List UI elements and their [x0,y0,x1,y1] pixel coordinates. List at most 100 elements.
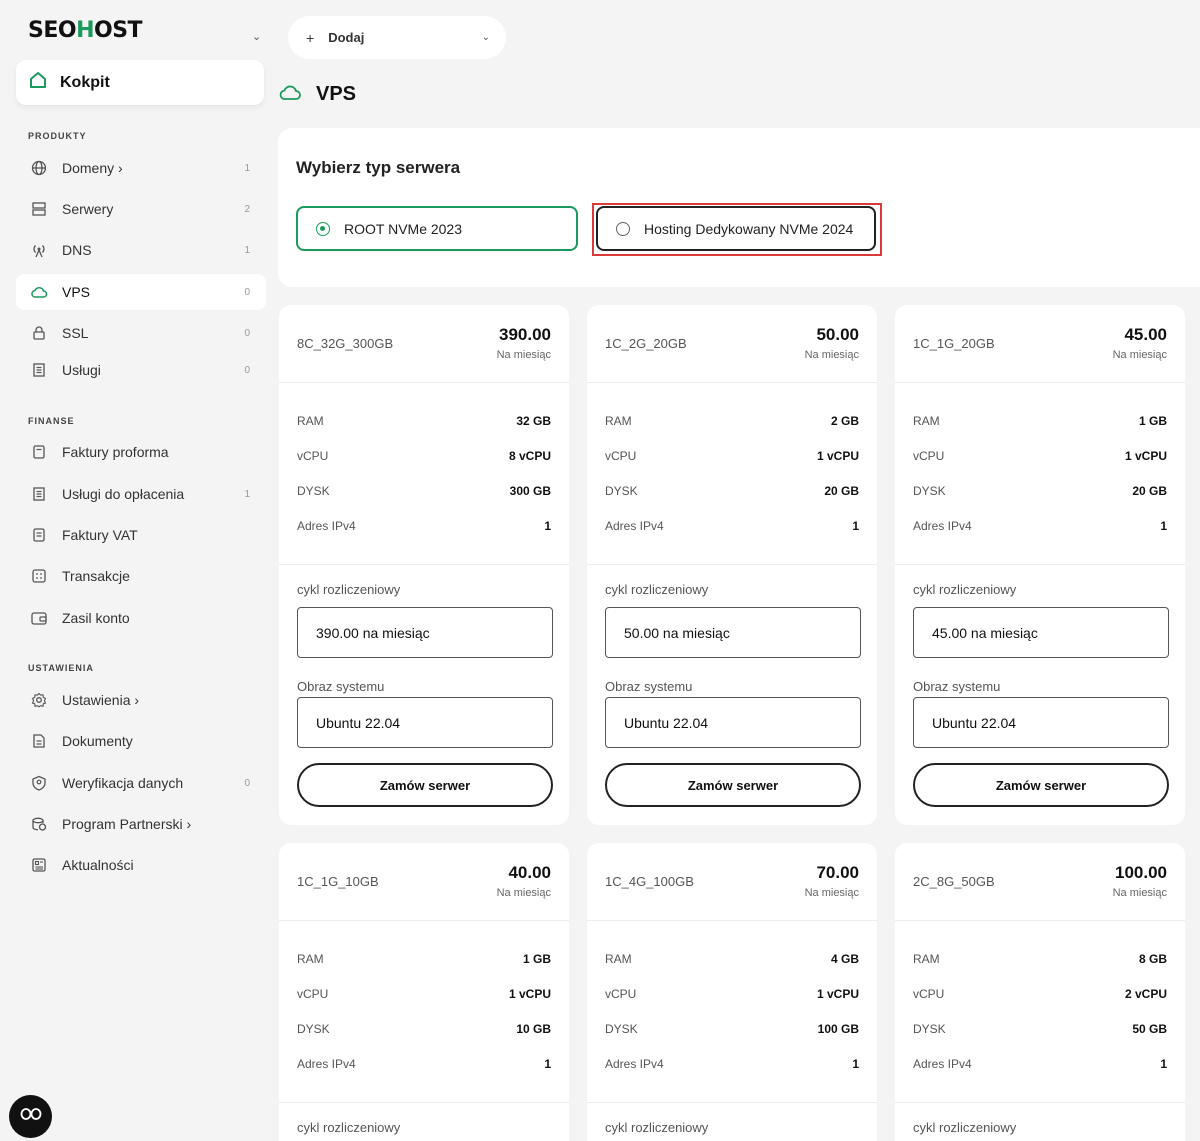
sidebar-item-label: Domeny › [62,160,123,176]
sidebar-item-label: Dokumenty [62,733,133,749]
sidebar-item-faktury-proforma[interactable]: Faktury proforma [16,434,266,470]
section-label-ustawienia: USTAWIENIA [28,663,94,673]
plan-period: Na miesiąc [1112,887,1167,899]
server-type-option-label: ROOT NVMe 2023 [344,220,463,237]
plan-period: Na miesiąc [1112,349,1167,361]
plan-period: Na miesiąc [804,887,859,899]
plan-period: Na miesiąc [496,349,551,361]
sidebar-item-label: Usługi [62,362,101,378]
sidebar-item-serwery[interactable]: Serwery 2 [16,191,266,227]
chat-icon [20,1107,42,1126]
spec-row-ram: RAM 1 GB [913,414,1167,428]
sidebar-item-aktualnosci[interactable]: Aktualności [16,847,266,883]
divider [279,1102,569,1103]
spec-row-disk: DYSK 10 GB [297,1022,551,1036]
sidebar-item-weryfikacja-danych[interactable]: Weryfikacja danych 0 [16,765,266,801]
file-icon [29,731,49,751]
order-server-button[interactable]: Zamów serwer [297,763,553,807]
plan-price: 50.00 [816,325,859,344]
plan-card-header: 1C_4G_100GB 70.00 Na miesiąc [587,843,877,921]
spec-row-ipv4: Adres IPv4 1 [913,1057,1167,1071]
spec-row-vcpu: vCPU 1 vCPU [605,987,859,1001]
sidebar: SEOHOST ⌄ Kokpit PRODUKTY Domeny › 1 Ser… [0,0,278,1141]
spec-row-ram: RAM 4 GB [605,952,859,966]
plan-card: 1C_4G_100GB 70.00 Na miesiąc RAM 4 GB vCP… [587,843,877,1141]
receipt-icon [29,484,49,504]
sidebar-item-label: SSL [62,325,89,341]
os-image-select[interactable]: Ubuntu 22.04 [605,697,861,748]
sidebar-item-vps[interactable]: VPS 0 [16,274,266,310]
os-image-label: Obraz systemu [913,679,1001,694]
plan-card: 1C_1G_20GB 45.00 Na miesiąc RAM 1 GB vCPU… [895,305,1185,825]
sidebar-item-zasil-konto[interactable]: Zasil konto [16,600,266,636]
sidebar-item-ustawienia[interactable]: Ustawienia › [16,682,266,718]
sidebar-item-label: Serwery [62,201,114,217]
sidebar-item-program-partnerski[interactable]: Program Partnerski › [16,806,266,842]
sidebar-item-count: 0 [244,364,250,376]
billing-cycle-select[interactable]: 390.00 na miesiąc [297,607,553,658]
spec-row-disk: DYSK 100 GB [605,1022,859,1036]
billing-cycle-select[interactable]: 45.00 na miesiąc [913,607,1169,658]
invoice-icon [29,525,49,545]
section-label-finanse: FINANSE [28,416,75,426]
sidebar-item-domeny[interactable]: Domeny › 1 [16,150,266,186]
spec-row-ram: RAM 8 GB [913,952,1167,966]
sidebar-item-ssl[interactable]: SSL 0 [16,315,266,351]
spec-row-ipv4: Adres IPv4 1 [297,1057,551,1071]
divider [587,564,877,565]
plan-period: Na miesiąc [496,887,551,899]
sidebar-item-count: 1 [244,162,250,174]
sidebar-item-label: Kokpit [60,73,110,91]
spec-row-disk: DYSK 300 GB [297,484,551,498]
spec-row-disk: DYSK 20 GB [913,484,1167,498]
sidebar-item-uslugi[interactable]: Usługi 0 [16,352,266,388]
sidebar-item-count: 1 [244,244,250,256]
plan-price: 40.00 [508,863,551,882]
globe-icon [29,158,49,178]
billing-cycle-label: cykl rozliczeniowy [913,582,1017,597]
cloud-icon [29,282,49,302]
add-dropdown-button[interactable]: + Dodaj ⌄ [288,16,506,59]
sidebar-item-label: Zasil konto [62,610,130,626]
sidebar-item-dns[interactable]: DNS 1 [16,232,266,268]
plan-card-header: 8C_32G_300GB 390.00 Na miesiąc [279,305,569,383]
sidebar-item-label: Weryfikacja danych [62,775,184,791]
chat-button[interactable] [9,1095,52,1138]
plan-card: 2C_8G_50GB 100.00 Na miesiąc RAM 8 GB vCP… [895,843,1185,1141]
add-label: Dodaj [328,30,365,45]
plan-price: 100.00 [1115,863,1167,882]
cloud-icon [278,82,302,107]
billing-cycle-label: cykl rozliczeniowy [297,1120,401,1135]
spec-row-vcpu: vCPU 1 vCPU [297,987,551,1001]
billing-cycle-select[interactable]: 50.00 na miesiąc [605,607,861,658]
sidebar-item-label: Program Partnerski › [62,816,192,832]
page-title-text: VPS [316,83,357,105]
server-type-title: Wybierz typ serwera [296,158,461,177]
plan-name: 1C_2G_20GB [605,336,687,351]
billing-cycle-label: cykl rozliczeniowy [605,582,709,597]
sidebar-item-uslugi-do-oplacenia[interactable]: Usługi do opłacenia 1 [16,476,266,512]
chevron-down-icon: ⌄ [481,32,490,43]
sidebar-item-kokpit[interactable]: Kokpit [16,60,264,105]
plan-card-header: 1C_1G_10GB 40.00 Na miesiąc [279,843,569,921]
plan-card-header: 1C_2G_20GB 50.00 Na miesiąc [587,305,877,383]
plan-name: 2C_8G_50GB [913,874,995,889]
plan-card: 1C_2G_20GB 50.00 Na miesiąc RAM 2 GB vCPU… [587,305,877,825]
spec-row-disk: DYSK 20 GB [605,484,859,498]
os-image-select[interactable]: Ubuntu 22.04 [913,697,1169,748]
server-type-option-root[interactable]: ROOT NVMe 2023 [296,206,578,251]
chevron-down-icon[interactable]: ⌄ [252,30,261,43]
page-title: VPS [278,82,356,107]
order-server-button[interactable]: Zamów serwer [605,763,861,807]
sidebar-item-transakcje[interactable]: Transakcje [16,558,266,594]
order-server-button[interactable]: Zamów serwer [913,763,1169,807]
plan-price: 45.00 [1124,325,1167,344]
sidebar-item-dokumenty[interactable]: Dokumenty [16,723,266,759]
sidebar-item-faktury-vat[interactable]: Faktury VAT [16,517,266,553]
sidebar-item-label: Faktury proforma [62,444,169,460]
sidebar-item-label: Transakcje [62,568,130,584]
seohost-logo[interactable]: SEOHOST [28,18,143,43]
os-image-select[interactable]: Ubuntu 22.04 [297,697,553,748]
billing-cycle-label: cykl rozliczeniowy [605,1120,709,1135]
document-icon [29,442,49,462]
